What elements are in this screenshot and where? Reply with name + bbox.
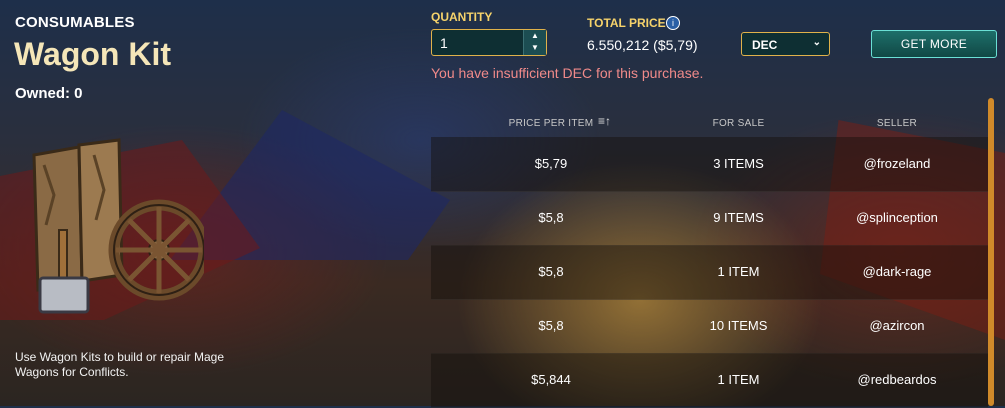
row-seller: @dark-rage <box>862 264 932 279</box>
info-icon[interactable]: i <box>666 16 680 30</box>
header-for-sale: FOR SALE <box>712 118 765 129</box>
total-price-label: TOTAL PRICE <box>587 16 666 30</box>
row-price: $5,79 <box>534 156 568 171</box>
row-for-sale: 9 ITEMS <box>713 210 764 225</box>
table-row[interactable]: $5,844 1 ITEM @redbeardos <box>431 353 988 408</box>
quantity-label: QUANTITY <box>431 10 493 24</box>
row-seller: @redbeardos <box>857 372 937 387</box>
row-seller: @azircon <box>869 318 925 333</box>
row-price: $5,8 <box>538 264 564 279</box>
total-price-value: 6.550,212 ($5,79) <box>587 37 698 53</box>
row-price: $5,8 <box>538 210 564 225</box>
owned-count: Owned: 0 <box>15 85 83 102</box>
row-for-sale: 1 ITEM <box>717 264 760 279</box>
item-title: Wagon Kit <box>14 36 171 72</box>
row-seller: @frozeland <box>863 156 931 171</box>
row-price: $5,8 <box>538 318 564 333</box>
quantity-spinner[interactable]: ▲ ▼ <box>523 30 546 55</box>
row-price: $5,844 <box>531 372 571 387</box>
insufficient-funds-error: You have insufficient DEC for this purch… <box>431 65 704 81</box>
row-seller: @splinception <box>856 210 938 225</box>
header-seller: SELLER <box>876 118 918 129</box>
table-row[interactable]: $5,8 9 ITEMS @splinception <box>431 191 988 246</box>
quantity-input[interactable]: 1 <box>440 35 448 51</box>
spin-down-icon[interactable]: ▼ <box>524 42 546 54</box>
scrollbar[interactable] <box>988 98 994 406</box>
sort-icon[interactable]: ≡↑ <box>598 114 611 128</box>
currency-value: DEC <box>752 38 778 52</box>
table-row[interactable]: $5,8 10 ITEMS @azircon <box>431 299 988 354</box>
currency-select[interactable]: DEC ⌄ <box>741 32 830 56</box>
table-row[interactable]: $5,8 1 ITEM @dark-rage <box>431 245 988 300</box>
table-row[interactable]: $5,79 3 ITEMS @frozeland <box>431 137 988 192</box>
row-for-sale: 10 ITEMS <box>709 318 768 333</box>
wagon-kit-icon <box>32 138 204 314</box>
get-more-button[interactable]: GET MORE <box>871 30 997 58</box>
item-description: Use Wagon Kits to build or repair Mage W… <box>15 350 224 379</box>
row-for-sale: 3 ITEMS <box>713 156 764 171</box>
quantity-stepper[interactable]: 1 ▲ ▼ <box>431 29 547 56</box>
spin-up-icon[interactable]: ▲ <box>524 30 546 42</box>
header-price-per-item[interactable]: PRICE PER ITEM <box>431 118 671 129</box>
chevron-down-icon: ⌄ <box>812 37 821 48</box>
row-for-sale: 1 ITEM <box>717 372 760 387</box>
item-category: CONSUMABLES <box>15 14 135 31</box>
background-tent <box>170 110 450 260</box>
